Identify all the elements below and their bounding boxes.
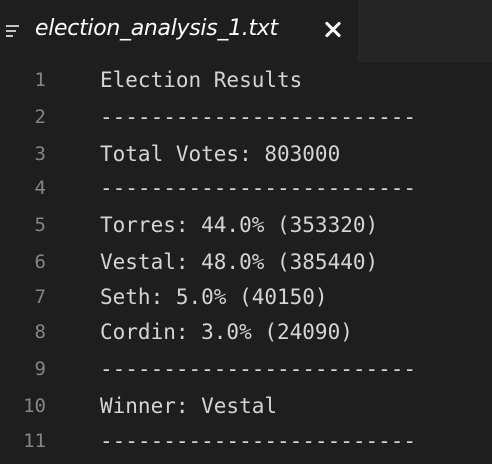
line-text[interactable]: Torres: 44.0% (353320) [100, 207, 378, 243]
line-number: 7 [34, 286, 46, 308]
code-line: 1 Election Results [0, 62, 492, 98]
line-text[interactable]: ------------------------- [100, 99, 416, 135]
code-line: 10 Winner: Vestal [0, 388, 492, 424]
code-line: 5 Torres: 44.0% (353320) [0, 207, 492, 243]
close-icon[interactable] [322, 19, 344, 41]
tab-bar: election_analysis_1.txt [0, 0, 492, 62]
line-number: 4 [34, 177, 46, 199]
line-text[interactable]: ------------------------- [100, 423, 416, 459]
line-number: 10 [23, 395, 46, 417]
tab-election-analysis[interactable]: election_analysis_1.txt [0, 0, 358, 62]
line-number: 6 [34, 251, 46, 273]
line-text[interactable]: ------------------------- [100, 170, 416, 206]
tab-title[interactable]: election_analysis_1.txt [35, 16, 278, 41]
line-text[interactable]: Total Votes: 803000 [100, 136, 340, 172]
line-text[interactable]: Winner: Vestal [100, 388, 277, 424]
line-text[interactable]: Cordin: 3.0% (24090) [100, 314, 353, 350]
lines-icon [6, 25, 19, 37]
line-number: 9 [34, 358, 46, 380]
code-line: 3 Total Votes: 803000 [0, 136, 492, 172]
editor[interactable]: 1 Election Results 2 -------------------… [0, 62, 492, 464]
line-number: 8 [34, 321, 46, 343]
line-number: 1 [34, 69, 46, 91]
line-text[interactable]: Vestal: 48.0% (385440) [100, 244, 378, 280]
code-line: 6 Vestal: 48.0% (385440) [0, 244, 492, 280]
line-number: 3 [34, 143, 46, 165]
line-text[interactable]: Election Results [100, 62, 302, 98]
code-line: 8 Cordin: 3.0% (24090) [0, 314, 492, 350]
code-line: 9 ------------------------- [0, 351, 492, 387]
line-number: 2 [34, 106, 46, 128]
line-text[interactable]: Seth: 5.0% (40150) [100, 279, 328, 315]
code-line: 2 ------------------------- [0, 99, 492, 135]
line-text[interactable]: ------------------------- [100, 351, 416, 387]
line-number: 11 [23, 430, 46, 452]
code-line: 7 Seth: 5.0% (40150) [0, 279, 492, 315]
code-line: 11 ------------------------- [0, 423, 492, 459]
code-line: 4 ------------------------- [0, 170, 492, 206]
line-number: 5 [34, 214, 46, 236]
